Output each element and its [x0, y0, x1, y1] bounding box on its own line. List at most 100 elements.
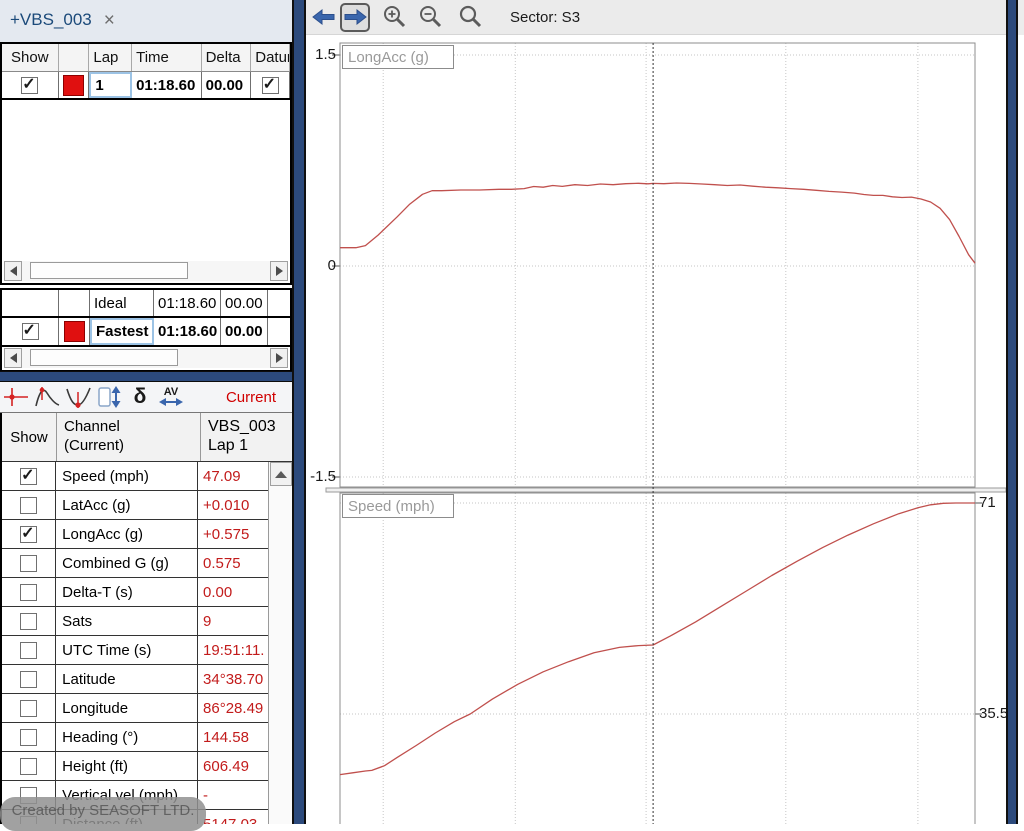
- column-header-datum: Datum: [251, 44, 290, 71]
- channel-name[interactable]: Sats: [56, 607, 198, 635]
- channel-v-scrollbar[interactable]: [268, 462, 292, 824]
- speed-series-label[interactable]: Speed (mph): [342, 494, 454, 518]
- table-row: Longitude86°28.49: [2, 694, 268, 723]
- table-row: LongAcc (g)+0.575: [2, 520, 268, 549]
- lap-show-checkbox[interactable]: [21, 77, 38, 94]
- panel-divider: [0, 371, 292, 382]
- longacc-series-label[interactable]: LongAcc (g): [342, 45, 454, 69]
- series-line: [340, 503, 975, 775]
- result-time: 01:18.60: [154, 290, 221, 316]
- channel-checkbox[interactable]: [20, 555, 37, 572]
- channel-show-cell: [2, 491, 56, 519]
- channel-value: 47.09: [198, 462, 268, 490]
- vertical-scale-icon[interactable]: [94, 384, 124, 410]
- channel-checkbox[interactable]: [20, 758, 37, 775]
- result-name[interactable]: Ideal: [90, 290, 154, 316]
- left-arrow-icon: [10, 266, 17, 276]
- y-axis-tick-label: 1.5: [306, 46, 336, 64]
- channel-checkbox[interactable]: [20, 613, 37, 630]
- left-arrow-icon: [10, 353, 17, 363]
- lap-time-cell[interactable]: 01:18.60: [132, 72, 202, 98]
- channel-show-cell: [2, 578, 56, 606]
- scroll-up-button[interactable]: [270, 462, 292, 486]
- channel-checkbox[interactable]: [20, 700, 37, 717]
- channel-checkbox[interactable]: [20, 526, 37, 543]
- left-right-arrow-icon: [159, 397, 183, 407]
- channel-value: 5147.03: [198, 810, 268, 824]
- result-delta: 00.00: [221, 318, 268, 345]
- channel-name[interactable]: LatAcc (g): [56, 491, 198, 519]
- column-header-value: VBS_003 Lap 1: [201, 413, 292, 461]
- lap-datum-checkbox[interactable]: [262, 77, 279, 94]
- channel-checkbox[interactable]: [20, 497, 37, 514]
- channel-grid-header: Show Channel (Current) VBS_003 Lap 1: [2, 413, 292, 462]
- channel-checkbox[interactable]: [20, 468, 37, 485]
- sector-title: Sector: S3: [510, 9, 580, 26]
- y-axis-tick-label: 71: [979, 494, 996, 512]
- series-line: [340, 183, 975, 263]
- right-arrow-icon: [276, 266, 283, 276]
- scroll-right-button[interactable]: [270, 261, 288, 281]
- channel-name[interactable]: LongAcc (g): [56, 520, 198, 548]
- channel-name[interactable]: Longitude: [56, 694, 198, 722]
- result-name[interactable]: Fastest: [90, 318, 154, 345]
- channel-name[interactable]: Delta-T (s): [56, 578, 198, 606]
- lap-grid-h-scrollbar[interactable]: [4, 261, 288, 281]
- channel-checkbox[interactable]: [20, 584, 37, 601]
- zoom-in-button[interactable]: [380, 3, 410, 32]
- channel-name[interactable]: Combined G (g): [56, 549, 198, 577]
- tab-vbs003[interactable]: +VBS_003 ×: [0, 0, 125, 40]
- channel-show-cell: [2, 607, 56, 635]
- channel-checkbox[interactable]: [20, 671, 37, 688]
- channel-show-cell: [2, 723, 56, 751]
- fastest-row: Fastest 01:18.60 00.00: [2, 318, 290, 347]
- panel-separator[interactable]: [1006, 0, 1018, 824]
- channel-name[interactable]: Heading (°): [56, 723, 198, 751]
- lap-color-swatch[interactable]: [63, 75, 84, 96]
- panel-separator[interactable]: [292, 0, 306, 824]
- channel-value: 606.49: [198, 752, 268, 780]
- y-axis-tick-label: 35.5: [979, 705, 1008, 723]
- scroll-thumb[interactable]: [30, 349, 178, 366]
- zoom-out-button[interactable]: [416, 3, 446, 32]
- fastest-show-checkbox[interactable]: [22, 323, 39, 340]
- channel-checkbox[interactable]: [20, 642, 37, 659]
- next-sector-button[interactable]: [340, 3, 370, 32]
- min-point-icon[interactable]: [63, 384, 93, 410]
- scroll-thumb[interactable]: [30, 262, 188, 279]
- lap-delta-cell[interactable]: 00.00: [202, 72, 252, 98]
- delta-icon[interactable]: δ: [125, 384, 155, 410]
- channel-name[interactable]: Height (ft): [56, 752, 198, 780]
- scroll-left-button[interactable]: [4, 348, 22, 368]
- channel-show-cell: [2, 694, 56, 722]
- zoom-select-button[interactable]: [456, 3, 486, 32]
- average-width-icon[interactable]: AV: [156, 384, 186, 410]
- channel-name[interactable]: Speed (mph): [56, 462, 198, 490]
- max-point-icon[interactable]: [32, 384, 62, 410]
- table-row: LatAcc (g)+0.010: [2, 491, 268, 520]
- table-row: Latitude34°38.70: [2, 665, 268, 694]
- chart-area[interactable]: LongAcc (g) Speed (mph) 1.50-1.57135.5: [306, 35, 1006, 824]
- results-grid-h-scrollbar[interactable]: [4, 348, 288, 368]
- magnifier-icon: [458, 4, 484, 30]
- table-row: Heading (°)144.58: [2, 723, 268, 752]
- lap-number-cell[interactable]: 1: [89, 72, 132, 98]
- channel-show-cell: [2, 665, 56, 693]
- channel-value: 9: [198, 607, 268, 635]
- previous-sector-button[interactable]: [308, 3, 338, 32]
- channel-name[interactable]: Latitude: [56, 665, 198, 693]
- tab-close-icon[interactable]: ×: [104, 11, 115, 30]
- channel-value: 0.00: [198, 578, 268, 606]
- watermark: Created by SEASOFT LTD.: [0, 797, 206, 831]
- cursor-crosshair-icon[interactable]: [1, 384, 31, 410]
- channel-value: 144.58: [198, 723, 268, 751]
- zoom-out-icon: [418, 4, 444, 30]
- channel-value: -: [198, 781, 268, 809]
- channel-checkbox[interactable]: [20, 729, 37, 746]
- table-row: UTC Time (s)19:51:11.: [2, 636, 268, 665]
- scroll-right-button[interactable]: [270, 348, 288, 368]
- channel-name[interactable]: UTC Time (s): [56, 636, 198, 664]
- left-arrow-icon: [311, 7, 336, 27]
- fastest-color-swatch[interactable]: [64, 321, 85, 342]
- scroll-left-button[interactable]: [4, 261, 22, 281]
